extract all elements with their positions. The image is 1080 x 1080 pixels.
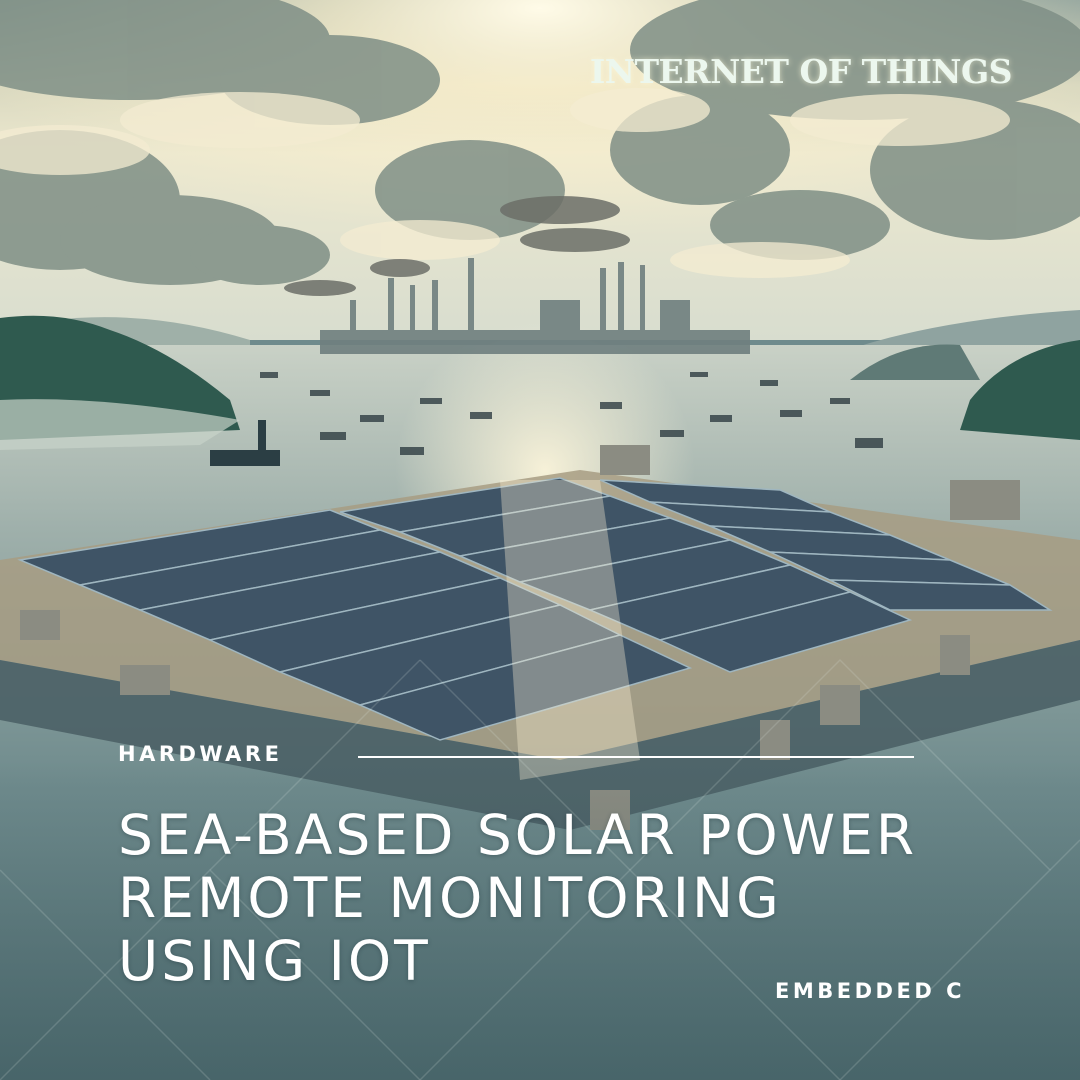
project-title-line: REMOTE MONITORING — [118, 866, 782, 930]
project-title-line: SEA-BASED SOLAR POWER — [118, 803, 918, 867]
hardware-tag: HARDWARE — [118, 742, 283, 766]
poster: INTERNET OF THINGS HARDWARE SEA-BASED SO… — [0, 0, 1080, 1080]
divider-line — [358, 756, 914, 758]
category-title: INTERNET OF THINGS — [589, 52, 1013, 91]
project-title: SEA-BASED SOLAR POWER REMOTE MONITORING … — [118, 804, 1018, 993]
language-tag: EMBEDDED C — [775, 979, 965, 1003]
